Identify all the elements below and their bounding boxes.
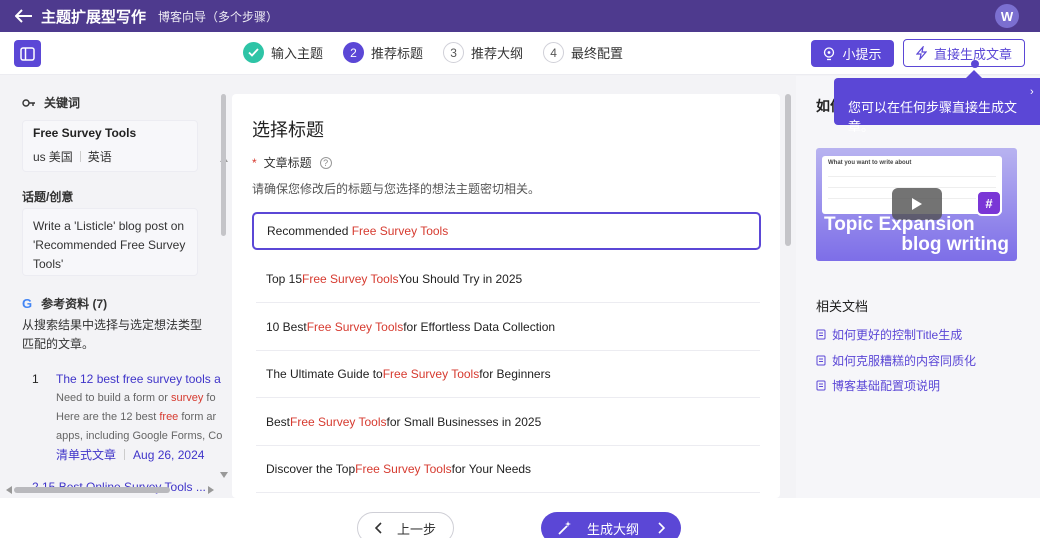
- app-title: 主题扩展型写作: [41, 8, 147, 26]
- sidebar-toggle-button[interactable]: [14, 40, 41, 67]
- reference-snippet: Need to build a form or survey fo: [56, 392, 216, 404]
- tips-label: 小提示: [842, 47, 882, 62]
- title-option[interactable]: 10 Best Free Survey Tools for Effortless…: [256, 304, 760, 351]
- tips-button[interactable]: 小提示: [811, 40, 894, 67]
- step-bar: 输入主题 2 推荐标题 3 推荐大纲 4 最终配置 小提示 直接生成文章: [0, 32, 1040, 75]
- generate-outline-button[interactable]: 生成大纲: [541, 512, 681, 538]
- title-option[interactable]: The Ultimate Guide to Free Survey Tools …: [256, 351, 760, 398]
- lightbulb-icon: [824, 46, 835, 60]
- chevron-left-icon: [374, 522, 382, 534]
- step-label: 最终配置: [571, 46, 624, 61]
- document-icon: [816, 380, 826, 391]
- keyword-text: Free Survey Tools: [33, 126, 137, 140]
- country-name: 美国: [48, 150, 73, 164]
- article-title-label: * 文章标题 ?: [252, 154, 332, 171]
- help-icon[interactable]: ?: [319, 156, 332, 169]
- left-scrollbar[interactable]: [221, 94, 226, 236]
- right-panel: 如何 What you want to write about # Topic …: [796, 76, 1040, 498]
- reference-meta: 清单式文章 Aug 26, 2024: [56, 446, 204, 463]
- center-scrollbar[interactable]: [785, 94, 791, 246]
- tutorial-video[interactable]: What you want to write about # Topic Exp…: [816, 148, 1017, 261]
- step-4[interactable]: 4 最终配置: [543, 42, 623, 63]
- keyword-card: Free Survey Tools us 美国 英语: [22, 120, 198, 172]
- video-caption-line1: Topic Expansion: [824, 214, 975, 235]
- check-icon: [243, 42, 264, 63]
- step-1[interactable]: 输入主题: [243, 42, 323, 63]
- chevron-right-icon: [658, 522, 665, 534]
- idea-card: Write a 'Listicle' blog post on 'Recomme…: [22, 208, 198, 276]
- keyword-meta: us 美国 英语: [33, 148, 187, 165]
- scroll-left-arrow[interactable]: [6, 486, 12, 494]
- keyword-heading: 关键词: [22, 94, 80, 111]
- tooltip-arrow: [966, 70, 982, 78]
- avatar[interactable]: W: [995, 4, 1019, 28]
- language-name: 英语: [87, 150, 112, 164]
- document-icon: [816, 329, 826, 340]
- chevron-right-icon[interactable]: ›: [1030, 86, 1034, 98]
- title-option[interactable]: Best Free Survey Tools for Small Busines…: [256, 399, 760, 446]
- section-heading: 选择标题: [252, 120, 324, 140]
- left-horizontal-scrollbar[interactable]: [14, 487, 170, 493]
- key-icon: [22, 98, 35, 107]
- idea-heading: 话题/创意: [22, 190, 74, 204]
- doc-link[interactable]: 如何更好的控制Title生成: [816, 326, 962, 343]
- video-caption-line2: blog writing: [901, 234, 1009, 255]
- references-description: 从搜索结果中选择与选定想法类型匹配的文章。: [22, 318, 203, 351]
- scroll-down-arrow[interactable]: [220, 472, 228, 478]
- references-heading: G 参考资料 (7): [22, 296, 108, 311]
- document-icon: [816, 355, 826, 366]
- previous-step-button[interactable]: 上一步: [357, 512, 454, 538]
- article-title-hint: 请确保您修改后的标题与您选择的想法主题密切相关。: [252, 182, 541, 196]
- lightning-icon: [915, 46, 927, 60]
- reference-snippet: Here are the 12 best free form ar: [56, 411, 217, 423]
- back-arrow-icon[interactable]: [13, 5, 35, 27]
- title-option[interactable]: Top 15 Free Survey Tools You Should Try …: [256, 256, 760, 303]
- country-code: us: [33, 149, 46, 164]
- doc-link[interactable]: 博客基础配置项说明: [816, 377, 940, 394]
- reference-type: 清单式文章: [56, 448, 117, 462]
- title-option[interactable]: Discover the Top Free Survey Tools for Y…: [256, 446, 760, 493]
- related-docs-heading: 相关文档: [816, 299, 869, 314]
- generate-article-button[interactable]: 直接生成文章: [903, 39, 1025, 67]
- step-number: 3: [443, 42, 465, 63]
- left-panel: 关键词 Free Survey Tools us 美国 英语 话题/创意 Wri…: [0, 76, 230, 498]
- step-2[interactable]: 2 推荐标题: [343, 42, 423, 63]
- step-label: 推荐标题: [371, 46, 424, 61]
- google-icon: G: [22, 296, 33, 311]
- footer-bar: 上一步 生成大纲: [0, 498, 1040, 538]
- magic-wand-icon: [558, 521, 571, 535]
- generate-tooltip: 您可以在任何步骤直接生成文章。: [834, 78, 1040, 134]
- reference-snippet: apps, including Google Forms, Co: [56, 430, 223, 442]
- app-header: 主题扩展型写作 博客向导（多个步骤） W: [0, 0, 1040, 32]
- step-number: 4: [543, 42, 565, 63]
- required-marker: *: [252, 155, 257, 170]
- step-number: 2: [343, 42, 365, 63]
- tooltip-anchor-dot: [971, 60, 979, 68]
- step-3[interactable]: 3 推荐大纲: [443, 42, 523, 63]
- hashtag-icon: #: [976, 190, 1002, 216]
- scroll-right-arrow[interactable]: [208, 486, 214, 494]
- reference-date: Aug 26, 2024: [133, 447, 205, 462]
- sidebar-icon: [20, 46, 35, 61]
- reference-title[interactable]: The 12 best free survey tools a: [56, 372, 230, 386]
- divider: [79, 151, 81, 162]
- stepper: 输入主题 2 推荐标题 3 推荐大纲 4 最终配置: [243, 42, 643, 63]
- reference-index: 1: [32, 372, 39, 386]
- step-label: 推荐大纲: [471, 46, 524, 61]
- app-subtitle: 博客向导（多个步骤）: [158, 9, 279, 24]
- doc-link[interactable]: 如何克服糟糕的内容同质化: [816, 352, 976, 369]
- article-title-input[interactable]: Recommended Free Survey Tools: [252, 212, 761, 250]
- title-selection-panel: 选择标题 * 文章标题 ? 请确保您修改后的标题与您选择的想法主题密切相关。 R…: [232, 94, 780, 498]
- divider: [124, 449, 126, 460]
- step-label: 输入主题: [271, 46, 324, 61]
